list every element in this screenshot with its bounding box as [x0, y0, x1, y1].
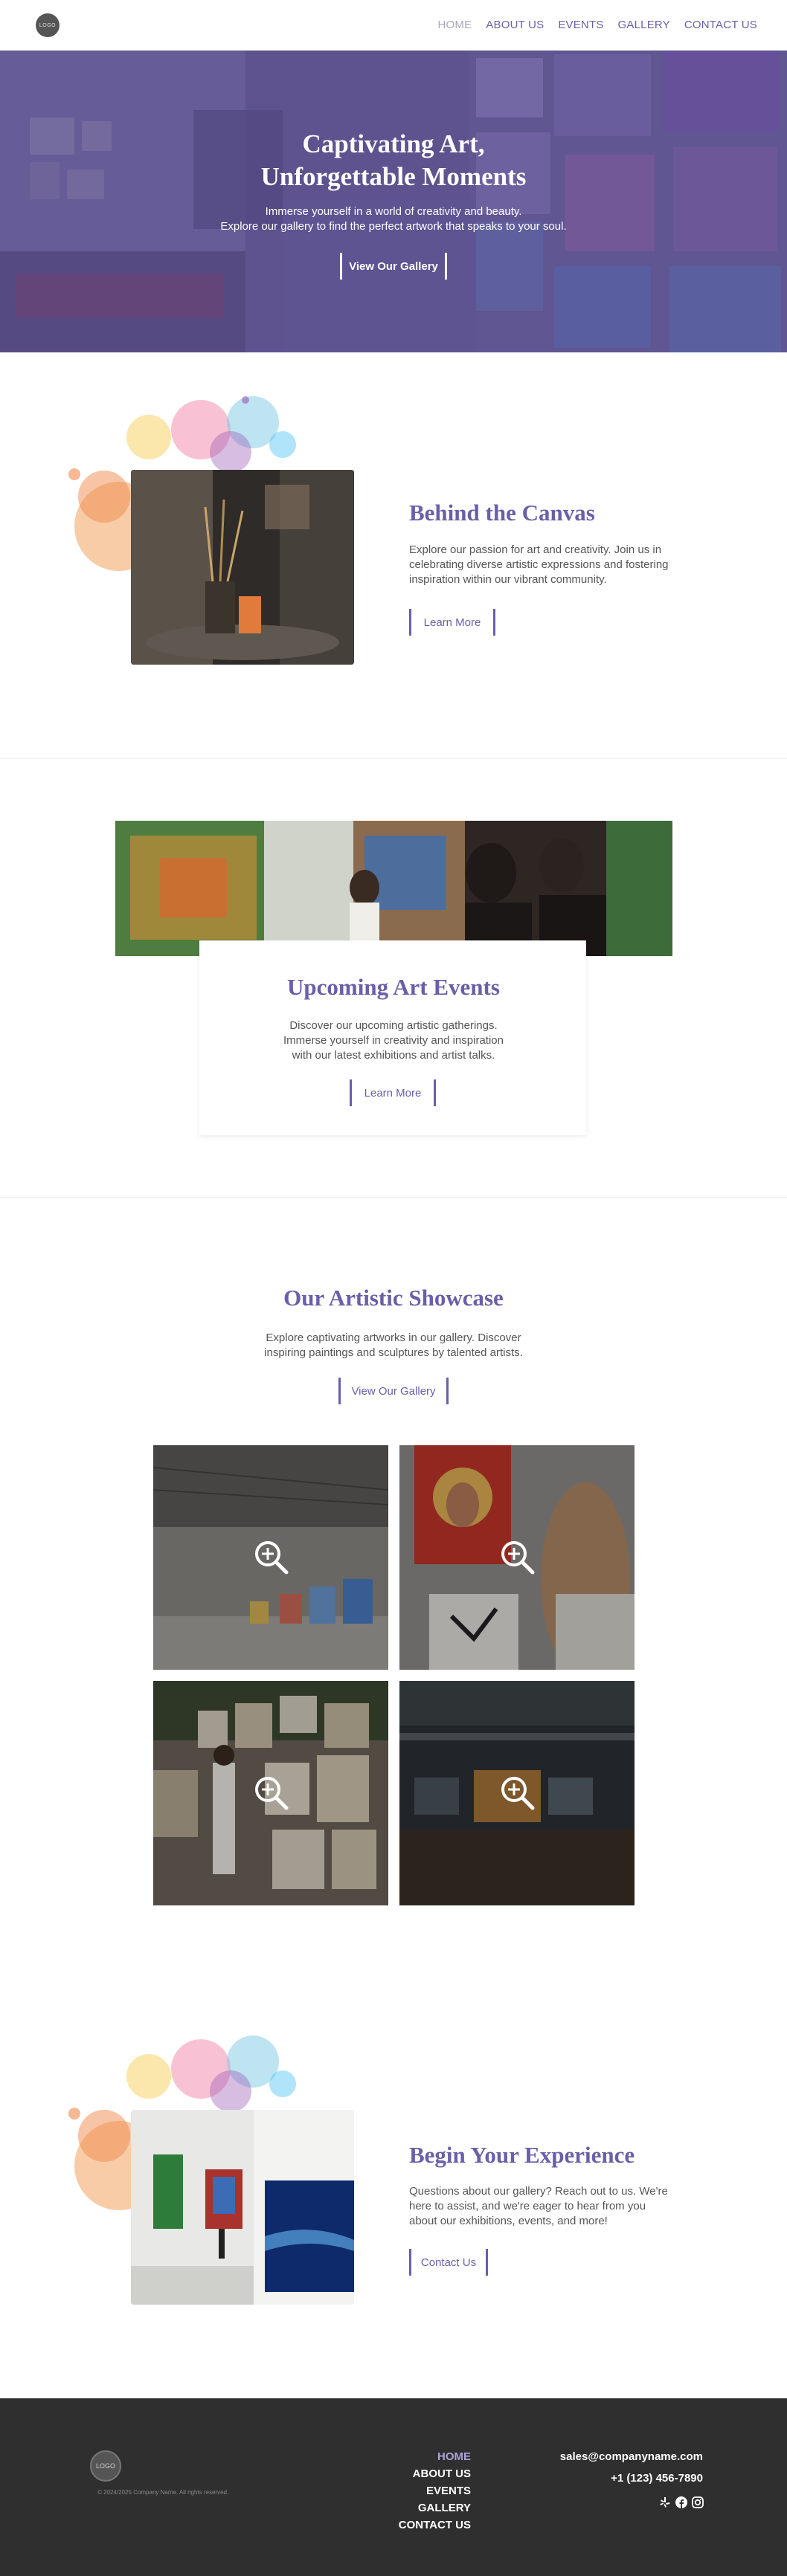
events-learn-more-button[interactable]: Learn More — [350, 1079, 436, 1106]
zoom-in-icon[interactable] — [499, 1539, 535, 1575]
about-title: Behind the Canvas — [409, 500, 595, 526]
about-image — [131, 470, 354, 665]
zoom-in-icon[interactable] — [253, 1775, 289, 1810]
main-nav: HOME ABOUT US EVENTS GALLERY CONTACT US — [437, 19, 757, 31]
about-text: Explore our passion for art and creativi… — [409, 543, 669, 586]
section-divider — [0, 758, 787, 759]
hero-subtitle: Immerse yourself in a world of creativit… — [220, 205, 567, 233]
footer-nav-contact-us[interactable]: CONTACT US — [399, 2517, 471, 2534]
events-image — [115, 821, 672, 956]
site-footer: LOGO © 2024/2025 Company Name. All right… — [0, 2398, 787, 2576]
contact-us-button[interactable]: Contact Us — [409, 2249, 488, 2276]
footer-nav-events[interactable]: EVENTS — [399, 2482, 471, 2499]
yelp-icon[interactable] — [659, 2496, 671, 2508]
footer-logo[interactable]: LOGO — [90, 2450, 121, 2482]
nav-home[interactable]: HOME — [437, 19, 472, 31]
showcase-view-gallery-button[interactable]: View Our Gallery — [338, 1378, 449, 1404]
hero-section: Captivating Art, Unforgettable Moments I… — [0, 51, 787, 352]
gallery-item-4[interactable] — [399, 1681, 635, 1905]
footer-nav-gallery[interactable]: GALLERY — [399, 2499, 471, 2517]
facebook-icon[interactable] — [675, 2496, 687, 2508]
footer-nav-home[interactable]: HOME — [399, 2448, 471, 2465]
hero-overlay — [0, 51, 787, 352]
gallery-item-2[interactable] — [399, 1445, 635, 1670]
hero-title: Captivating Art, Unforgettable Moments — [260, 129, 527, 191]
contact-image — [131, 2110, 354, 2305]
gallery-item-3[interactable] — [153, 1681, 388, 1905]
copyright-text: © 2024/2025 Company Name. All rights res… — [97, 2489, 229, 2496]
gallery-room-illustration — [131, 2110, 354, 2305]
events-title: Upcoming Art Events — [287, 974, 500, 1000]
footer-phone[interactable]: +1 (123) 456-7890 — [560, 2470, 703, 2487]
logo[interactable]: LOGO — [36, 13, 60, 37]
nav-about-us[interactable]: ABOUT US — [486, 19, 544, 31]
contact-text: Questions about our gallery? Reach out t… — [409, 2185, 668, 2227]
footer-email[interactable]: sales@companyname.com — [560, 2448, 703, 2465]
zoom-in-icon[interactable] — [253, 1539, 289, 1575]
footer-nav-about-us[interactable]: ABOUT US — [399, 2465, 471, 2482]
site-header: LOGO HOME ABOUT US EVENTS GALLERY CONTAC… — [0, 0, 787, 51]
footer-nav: HOME ABOUT US EVENTS GALLERY CONTACT US — [399, 2448, 471, 2534]
nav-contact-us[interactable]: CONTACT US — [684, 19, 757, 31]
footer-contact: sales@companyname.com +1 (123) 456-7890 — [560, 2448, 703, 2487]
about-learn-more-button[interactable]: Learn More — [409, 609, 495, 636]
contact-title: Begin Your Experience — [409, 2142, 635, 2168]
social-icons — [659, 2496, 704, 2508]
showcase-text: Explore captivating artworks in our gall… — [264, 1331, 523, 1359]
exhibition-crowd-illustration — [115, 821, 672, 956]
nav-gallery[interactable]: GALLERY — [618, 19, 670, 31]
zoom-in-icon[interactable] — [499, 1775, 535, 1810]
view-gallery-button[interactable]: View Our Gallery — [340, 253, 447, 280]
events-text: Discover our upcoming artistic gathering… — [283, 1019, 504, 1062]
instagram-icon[interactable] — [692, 2496, 704, 2508]
section-divider — [0, 1197, 787, 1198]
gallery-item-1[interactable] — [153, 1445, 388, 1670]
showcase-title: Our Artistic Showcase — [283, 1285, 504, 1311]
artist-brushes-illustration — [131, 470, 354, 665]
nav-events[interactable]: EVENTS — [558, 19, 603, 31]
